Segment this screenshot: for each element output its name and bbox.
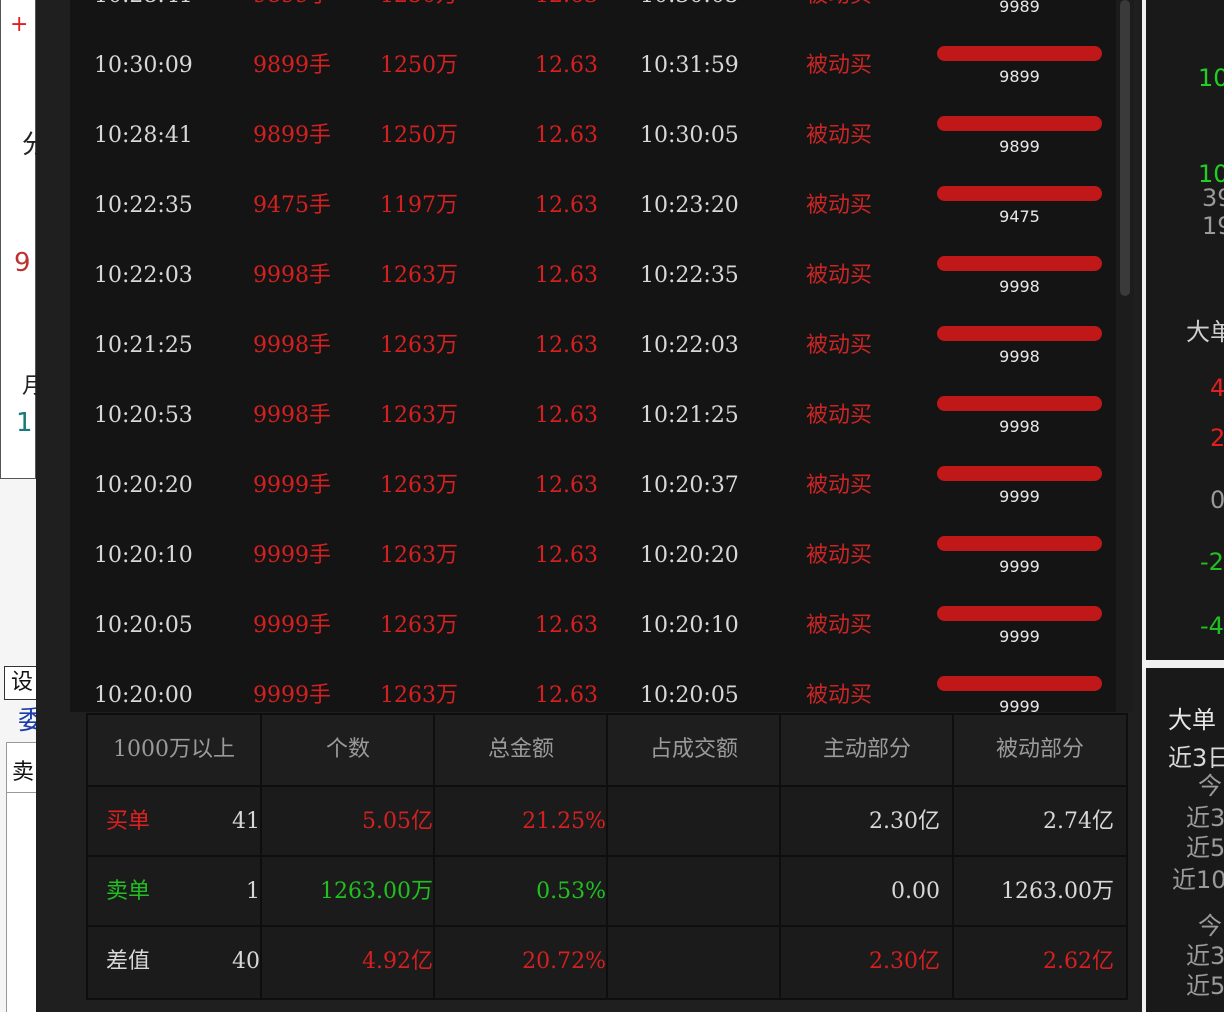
right-window-label: 今 [1198, 912, 1222, 940]
plus-icon[interactable]: + [10, 10, 28, 40]
volume-bar [937, 116, 1102, 131]
summary-pct: 0.53% [536, 879, 606, 904]
divider [433, 715, 435, 998]
left-window-link[interactable]: 委 [18, 706, 36, 736]
summary-table: 1000万以上 个数 总金额 占成交额 主动部分 被动部分 买单 41 5.05… [86, 713, 1128, 1000]
settings-button[interactable]: 设 [4, 666, 36, 700]
left-window-text: 月 [22, 374, 36, 399]
volume-bar [937, 186, 1102, 201]
table-row[interactable]: 10:20:00 9999手 1263万 12.63 10:20:05 被动买 … [70, 630, 1116, 712]
summary-header-category: 1000万以上 [113, 737, 235, 762]
right-window-title: 大单 [1168, 706, 1216, 734]
background-window-right: 10 10 39 19 大单 4 2 0 -2 -4 大单 近3日 今 近3 近… [1142, 0, 1224, 1012]
divider [779, 715, 781, 998]
summary-label: 卖单 [106, 879, 151, 904]
summary-passive: 2.62亿 [1043, 949, 1114, 974]
summary-passive: 1263.00万 [1001, 879, 1114, 904]
axis-tick-label: 0 [1210, 486, 1224, 514]
trade-end-time: 10:20:05 [640, 683, 739, 708]
axis-tick-label: 2 [1210, 424, 1224, 452]
left-window-table-header: 卖 [12, 760, 35, 785]
axis-tick-label: 4 [1210, 374, 1224, 402]
divider [606, 715, 608, 998]
table-row[interactable]: 10:20:53 9998手 1263万 12.63 10:21:25 被动买 … [70, 350, 1116, 436]
right-window-label: 大单 [1186, 318, 1224, 346]
summary-count: 41 [232, 809, 260, 834]
axis-tick-label: -4 [1200, 612, 1224, 640]
summary-total: 1263.00万 [320, 879, 433, 904]
summary-header-count: 个数 [325, 737, 370, 762]
summary-active: 2.30亿 [869, 809, 940, 834]
summary-active: 0.00 [891, 879, 940, 904]
volume-bar [937, 606, 1102, 621]
scrollbar-thumb[interactable] [1120, 0, 1130, 296]
summary-active: 2.30亿 [869, 949, 940, 974]
scrollbar[interactable] [1116, 0, 1134, 712]
table-row[interactable]: 10:20:10 9999手 1263万 12.63 10:20:20 被动买 … [70, 490, 1116, 576]
big-order-window: 10:28:41 9899手 1250万 12.63 10:30:05 被动买 … [36, 0, 1142, 1012]
trade-start-time: 10:20:00 [94, 683, 193, 708]
table-row[interactable]: 10:22:35 9475手 1197万 12.63 10:23:20 被动买 … [70, 140, 1116, 226]
right-window-value: 19 [1202, 212, 1224, 240]
volume-bar [937, 536, 1102, 551]
right-window-label: 近3日 [1168, 744, 1224, 772]
table-row[interactable]: 10:20:20 9999手 1263万 12.63 10:20:37 被动买 … [70, 420, 1116, 506]
volume-bar-value: 9999 [999, 697, 1040, 712]
summary-header-pct: 占成交额 [649, 737, 738, 762]
right-window-value: 10 [1198, 64, 1224, 92]
table-row[interactable]: 10:21:25 9998手 1263万 12.63 10:22:03 被动买 … [70, 280, 1116, 366]
trade-volume: 9999手 [253, 683, 331, 708]
left-window-value: 9 [14, 248, 31, 278]
summary-count: 40 [232, 949, 260, 974]
right-window-label: 近5 [1186, 972, 1224, 1000]
right-window-label: 近3 [1186, 942, 1224, 970]
volume-bar [937, 396, 1102, 411]
trade-list[interactable]: 10:28:41 9899手 1250万 12.63 10:30:05 被动买 … [70, 0, 1116, 712]
table-row[interactable]: 10:20:05 9999手 1263万 12.63 10:20:10 被动买 … [70, 560, 1116, 646]
divider [952, 715, 954, 998]
right-window-label: 近3 [1186, 804, 1224, 832]
axis-tick-label: -2 [1200, 548, 1224, 576]
summary-label: 差值 [106, 949, 151, 974]
trade-price: 12.63 [535, 683, 598, 708]
summary-label: 买单 [106, 809, 151, 834]
left-window-value: 1 [16, 408, 33, 438]
volume-bar [937, 466, 1102, 481]
summary-header-active: 主动部分 [822, 737, 911, 762]
table-row[interactable]: 10:28:41 9899手 1250万 12.63 10:30:05 被动买 … [70, 70, 1116, 156]
summary-header-total: 总金额 [487, 737, 554, 762]
summary-pct: 21.25% [522, 809, 606, 834]
right-window-label: 今 [1198, 772, 1222, 800]
volume-bar [937, 46, 1102, 61]
summary-pct: 20.72% [522, 949, 606, 974]
summary-header-passive: 被动部分 [995, 737, 1084, 762]
volume-bar [937, 256, 1102, 271]
divider [6, 792, 36, 793]
table-row[interactable]: 10:30:09 9899手 1250万 12.63 10:31:59 被动买 … [70, 0, 1116, 86]
background-window-left: + 分 9 月 1 设 委 卖 [0, 0, 36, 1012]
summary-total: 5.05亿 [362, 809, 433, 834]
trade-type: 被动买 [806, 683, 873, 708]
right-window-value: 39 [1202, 184, 1224, 212]
volume-bar [937, 676, 1102, 691]
left-window-text: 分 [22, 130, 36, 160]
divider [260, 715, 262, 998]
volume-bar [937, 326, 1102, 341]
right-window-label: 近10 [1172, 866, 1224, 894]
summary-total: 4.92亿 [362, 949, 433, 974]
table-row[interactable]: 10:22:03 9998手 1263万 12.63 10:22:35 被动买 … [70, 210, 1116, 296]
summary-passive: 2.74亿 [1043, 809, 1114, 834]
right-window-label: 近5 [1186, 834, 1224, 862]
summary-count: 1 [246, 879, 260, 904]
